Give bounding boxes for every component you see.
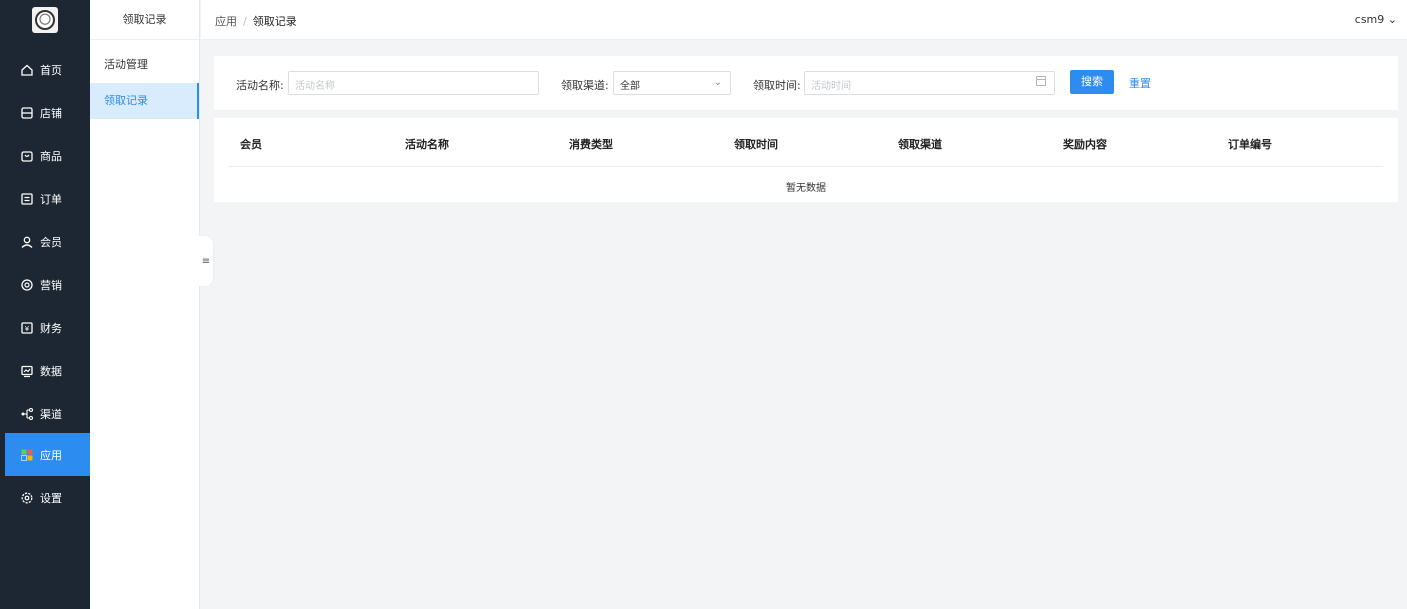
nav-item-member[interactable]: 会员 [5,220,90,263]
chevron-down-icon: ⌄ [1387,13,1397,26]
app-icon [20,448,34,462]
nav-item-label: 设置 [40,491,62,505]
column-header: 会员 [240,138,262,151]
table-header: 会员 活动名称 消费类型 领取时间 领取渠道 奖励内容 订单编号 [228,118,1383,167]
filter-panel: 活动名称: 活动名称 领取渠道: 全部 ⌄ 领取时间: 活动时间 搜索 重置 [214,56,1398,110]
nav-item-finance[interactable]: ¥ 财务 [5,306,90,349]
nav-item-label: 店铺 [40,106,62,120]
nav-item-product[interactable]: 商品 [5,134,90,177]
main-sidebar: 首页 店铺 商品 订单 会员 营销 ¥ 财务 数据 渠道 应用 设置 [0,0,90,609]
column-header: 订单编号 [1228,138,1272,151]
nav-item-label: 商品 [40,149,62,163]
column-header: 奖励内容 [1063,138,1107,151]
member-icon [20,235,34,249]
claim-channel-select[interactable]: 全部 ⌄ [613,71,731,95]
svg-text:¥: ¥ [25,325,30,333]
menu-collapse-icon: ≡ [201,255,211,267]
nav-item-order[interactable]: 订单 [5,177,90,220]
data-icon [20,364,34,378]
product-icon [20,149,34,163]
settings-icon [20,491,34,505]
nav-item-settings[interactable]: 设置 [5,476,90,519]
breadcrumb-item-current: 领取记录 [252,15,297,28]
column-header: 活动名称 [405,138,449,151]
app-logo[interactable] [32,7,58,33]
claim-time-placeholder: 活动时间 [811,81,851,92]
nav-item-label: 订单 [40,192,62,206]
search-button[interactable]: 搜索 [1070,70,1114,94]
breadcrumb: 应用 / 领取记录 [215,13,297,29]
nav-item-data[interactable]: 数据 [5,349,90,392]
sidebar-collapse-toggle[interactable]: ≡ [199,236,213,286]
marketing-icon [20,278,34,292]
secondary-sidebar: 领取记录 活动管理 领取记录 [90,0,200,609]
claim-time-label: 领取时间: [753,79,801,92]
store-icon [20,106,34,120]
reset-button[interactable]: 重置 [1129,75,1151,91]
activity-name-label: 活动名称: [236,79,284,92]
column-header: 领取时间 [734,138,778,151]
nav-item-label: 财务 [40,321,62,335]
chevron-down-icon: ⌄ [713,77,722,88]
claim-channel-label: 领取渠道: [561,79,609,92]
nav-item-store[interactable]: 店铺 [5,91,90,134]
calendar-icon [1036,76,1046,86]
nav-item-channel[interactable]: 渠道 [5,392,90,435]
nav-item-label: 数据 [40,364,62,378]
nav-item-label: 会员 [40,235,62,249]
claim-channel-value: 全部 [620,81,640,92]
column-header: 消费类型 [569,138,613,151]
top-header: 应用 / 领取记录 csm9 ⌄ [201,0,1407,40]
nav-item-label: 应用 [40,448,62,462]
submenu-title: 领取记录 [90,0,199,40]
empty-state-text: 暂无数据 [786,183,826,194]
breadcrumb-separator: / [243,15,247,28]
username: csm9 [1354,13,1385,26]
activity-name-placeholder: 活动名称 [295,81,335,92]
user-menu[interactable]: csm9 ⌄ [1355,13,1397,26]
nav-item-home[interactable]: 首页 [5,48,90,91]
breadcrumb-item-app[interactable]: 应用 [215,15,237,28]
home-icon [20,63,34,77]
order-icon [20,192,34,206]
finance-icon: ¥ [20,321,34,335]
claim-time-picker[interactable]: 活动时间 [804,71,1055,95]
nav-item-label: 首页 [40,63,62,77]
channel-icon [20,407,34,421]
nav-item-marketing[interactable]: 营销 [5,263,90,306]
records-table: 会员 活动名称 消费类型 领取时间 领取渠道 奖励内容 订单编号 暂无数据 [214,118,1398,202]
logo-emblem [35,10,55,30]
nav-item-label: 渠道 [40,407,62,421]
nav-item-label: 营销 [40,278,62,292]
column-header: 领取渠道 [898,138,942,151]
activity-name-input[interactable]: 活动名称 [288,71,539,95]
nav-item-app[interactable]: 应用 [5,433,90,476]
submenu-item-claim-records[interactable]: 领取记录 [90,83,199,119]
logo-area [0,0,90,40]
submenu-item-activity-management[interactable]: 活动管理 [90,47,199,83]
